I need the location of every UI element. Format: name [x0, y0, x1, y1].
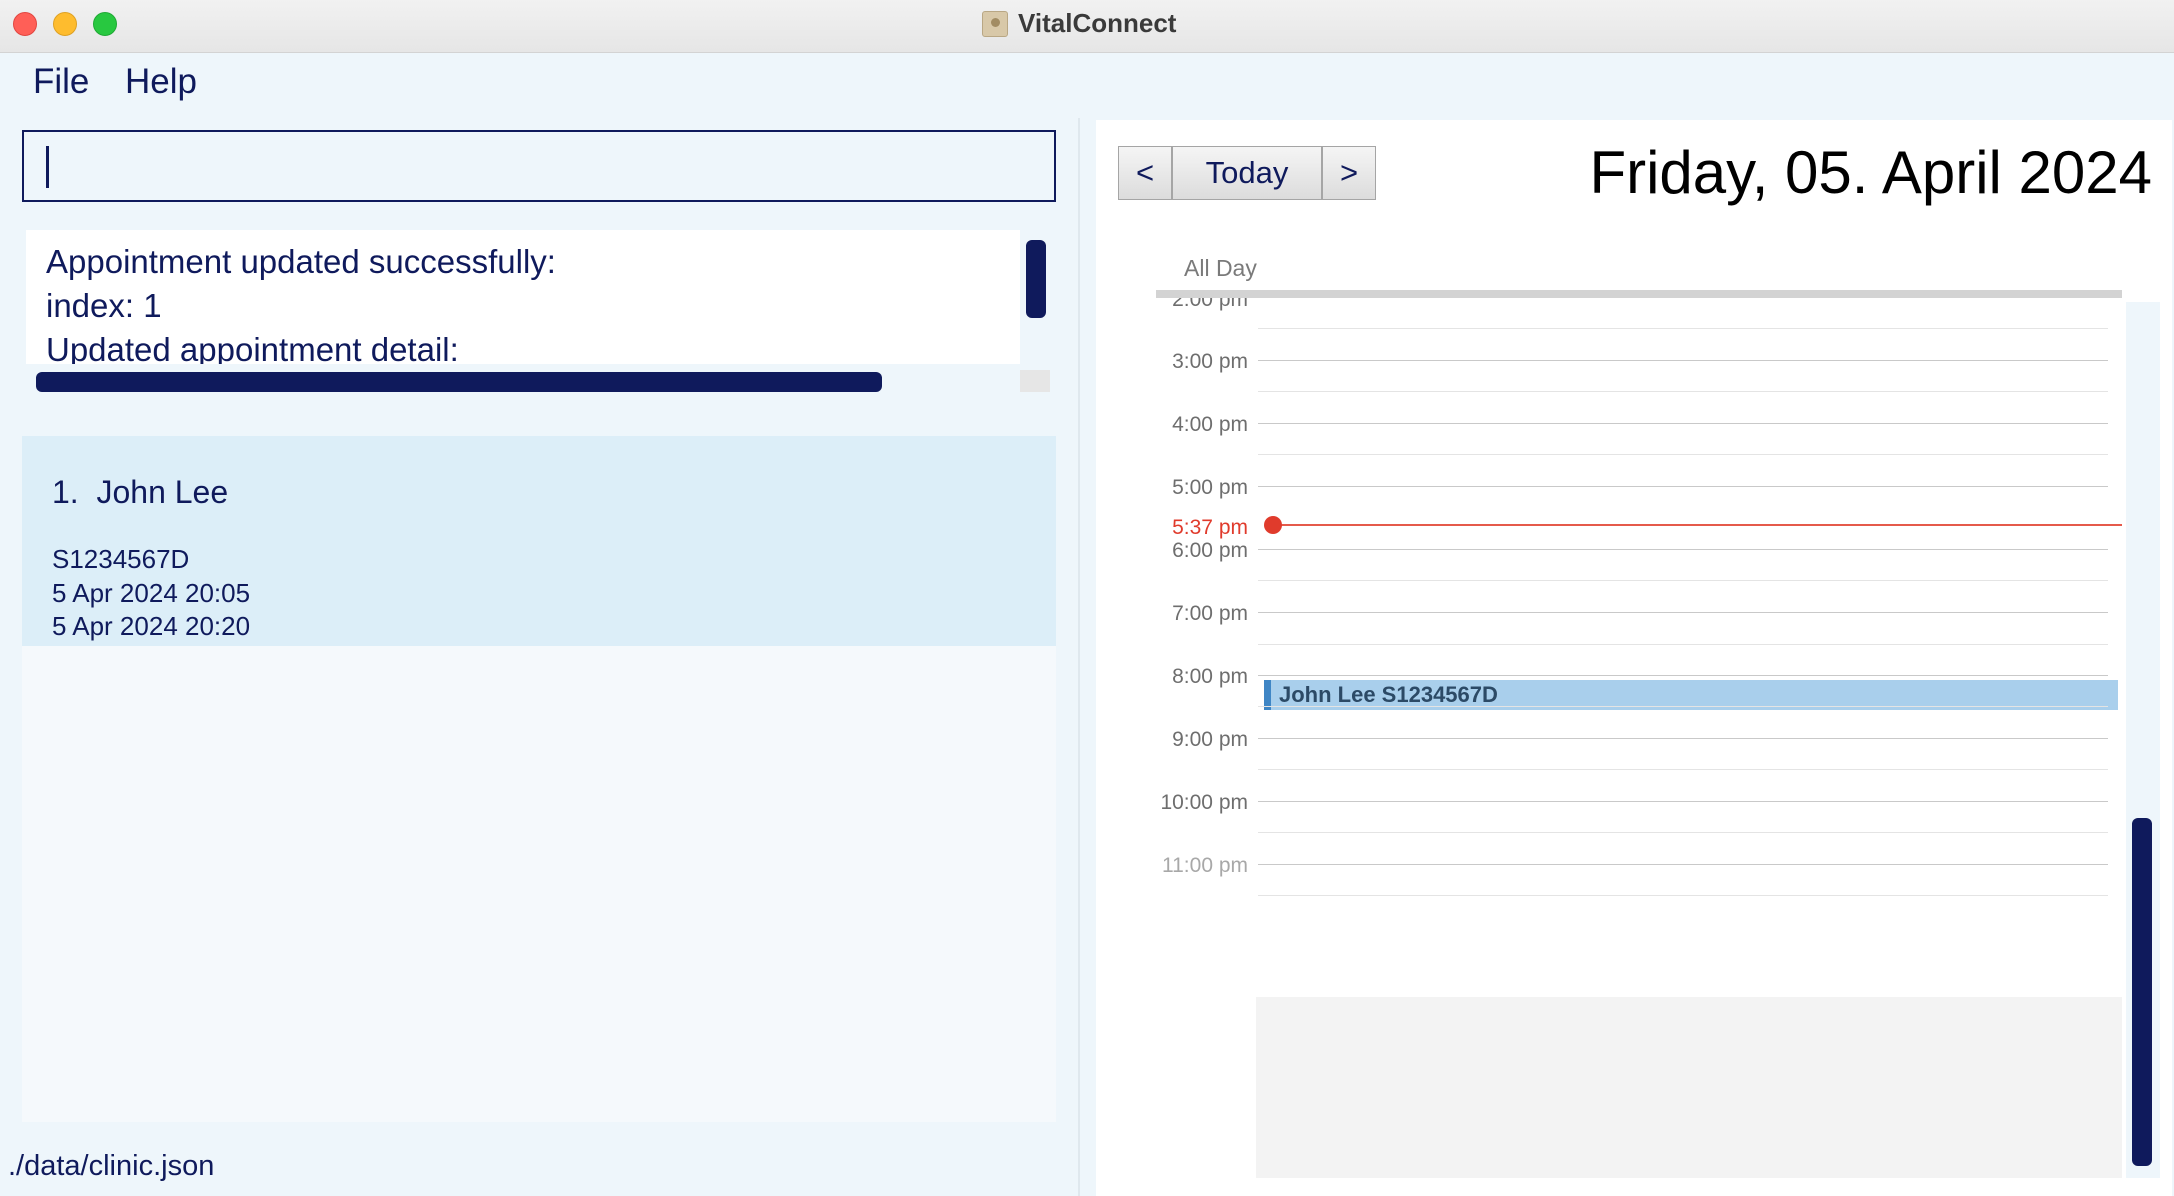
hour-line	[1258, 486, 2108, 487]
scroll-corner	[1020, 370, 1050, 392]
hour-line	[1258, 612, 2108, 613]
status-bar-path: ./data/clinic.json	[8, 1150, 215, 1182]
hour-line	[1258, 423, 2108, 424]
calendar-vertical-scrollbar[interactable]	[2132, 818, 2152, 1166]
appointment-list: 1. John Lee S1234567D 5 Apr 2024 20:05 5…	[22, 436, 1056, 1122]
calendar-pane: < Today > Friday, 05. April 2024 All Day…	[1094, 118, 2174, 1196]
menu-bar: File Help	[0, 54, 2174, 118]
next-day-button[interactable]: >	[1322, 146, 1376, 200]
day-grid[interactable]: 2:00 pm 3:00 pm 4:00 pm 5:00 pm 5:37 pm …	[1156, 298, 2122, 1178]
hour-label-10pm: 10:00 pm	[1160, 791, 1248, 814]
appointment-end: 5 Apr 2024 20:20	[52, 611, 251, 641]
prev-day-button[interactable]: <	[1118, 146, 1172, 200]
maximize-window-button[interactable]	[93, 12, 117, 36]
current-time-line	[1270, 524, 2122, 526]
today-button[interactable]: Today	[1172, 146, 1322, 200]
result-horizontal-scrollbar[interactable]	[36, 372, 882, 392]
half-hour-line	[1258, 644, 2108, 645]
half-hour-line	[1258, 769, 2108, 770]
hour-label-9pm: 9:00 pm	[1172, 728, 1248, 751]
after-hours-shade	[1256, 997, 2122, 1178]
half-hour-line	[1258, 454, 2108, 455]
menu-help[interactable]: Help	[125, 62, 197, 102]
half-hour-line	[1258, 832, 2108, 833]
half-hour-line	[1258, 895, 2108, 896]
window-title: VitalConnect	[1018, 8, 1177, 38]
hour-label-6pm: 6:00 pm	[1172, 539, 1248, 562]
hour-label-3pm: 3:00 pm	[1172, 350, 1248, 373]
result-message: Appointment updated successfully: index:…	[46, 243, 556, 364]
hour-line	[1258, 864, 2108, 865]
text-caret	[46, 146, 49, 188]
appointment-name: John Lee	[96, 474, 229, 510]
hour-label-11pm: 11:00 pm	[1162, 854, 1248, 877]
app-icon	[982, 11, 1008, 37]
appointment-start: 5 Apr 2024 20:05	[52, 578, 251, 608]
half-hour-line	[1258, 391, 2108, 392]
half-hour-line	[1258, 328, 2108, 329]
hour-line	[1258, 675, 2108, 676]
menu-file[interactable]: File	[33, 62, 89, 102]
appointment-index: 1.	[52, 474, 79, 510]
left-pane: Appointment updated successfully: index:…	[0, 118, 1080, 1196]
current-time-dot	[1264, 516, 1282, 534]
title-bar: VitalConnect	[0, 0, 2174, 53]
hour-line	[1258, 738, 2108, 739]
command-input[interactable]	[22, 130, 1056, 202]
result-vertical-scrollbar[interactable]	[1026, 240, 1046, 318]
all-day-label: All Day	[1184, 255, 1257, 281]
hour-line	[1258, 801, 2108, 802]
hour-label-8pm: 8:00 pm	[1172, 665, 1248, 688]
half-hour-line	[1258, 580, 2108, 581]
list-item[interactable]: 1. John Lee S1234567D 5 Apr 2024 20:05 5…	[22, 436, 1056, 646]
date-title: Friday, 05. April 2024	[1589, 139, 2152, 206]
hour-label-4pm: 4:00 pm	[1172, 413, 1248, 436]
calendar-view: < Today > Friday, 05. April 2024 All Day…	[1096, 120, 2172, 1196]
hour-line	[1258, 360, 2108, 361]
hour-line	[1258, 549, 2108, 550]
appointment-nric: S1234567D	[52, 544, 190, 574]
hour-label-2pm: 2:00 pm	[1172, 298, 1248, 311]
hour-label-5pm: 5:00 pm	[1172, 476, 1248, 499]
result-text-area: Appointment updated successfully: index:…	[26, 230, 1020, 364]
current-time-label: 5:37 pm	[1172, 516, 1248, 539]
appointment-title: 1. John Lee	[52, 474, 228, 511]
half-hour-line	[1258, 706, 2108, 707]
close-window-button[interactable]	[13, 12, 37, 36]
pane-divider[interactable]	[1078, 118, 1080, 1196]
hour-label-7pm: 7:00 pm	[1172, 602, 1248, 625]
minimize-window-button[interactable]	[53, 12, 77, 36]
